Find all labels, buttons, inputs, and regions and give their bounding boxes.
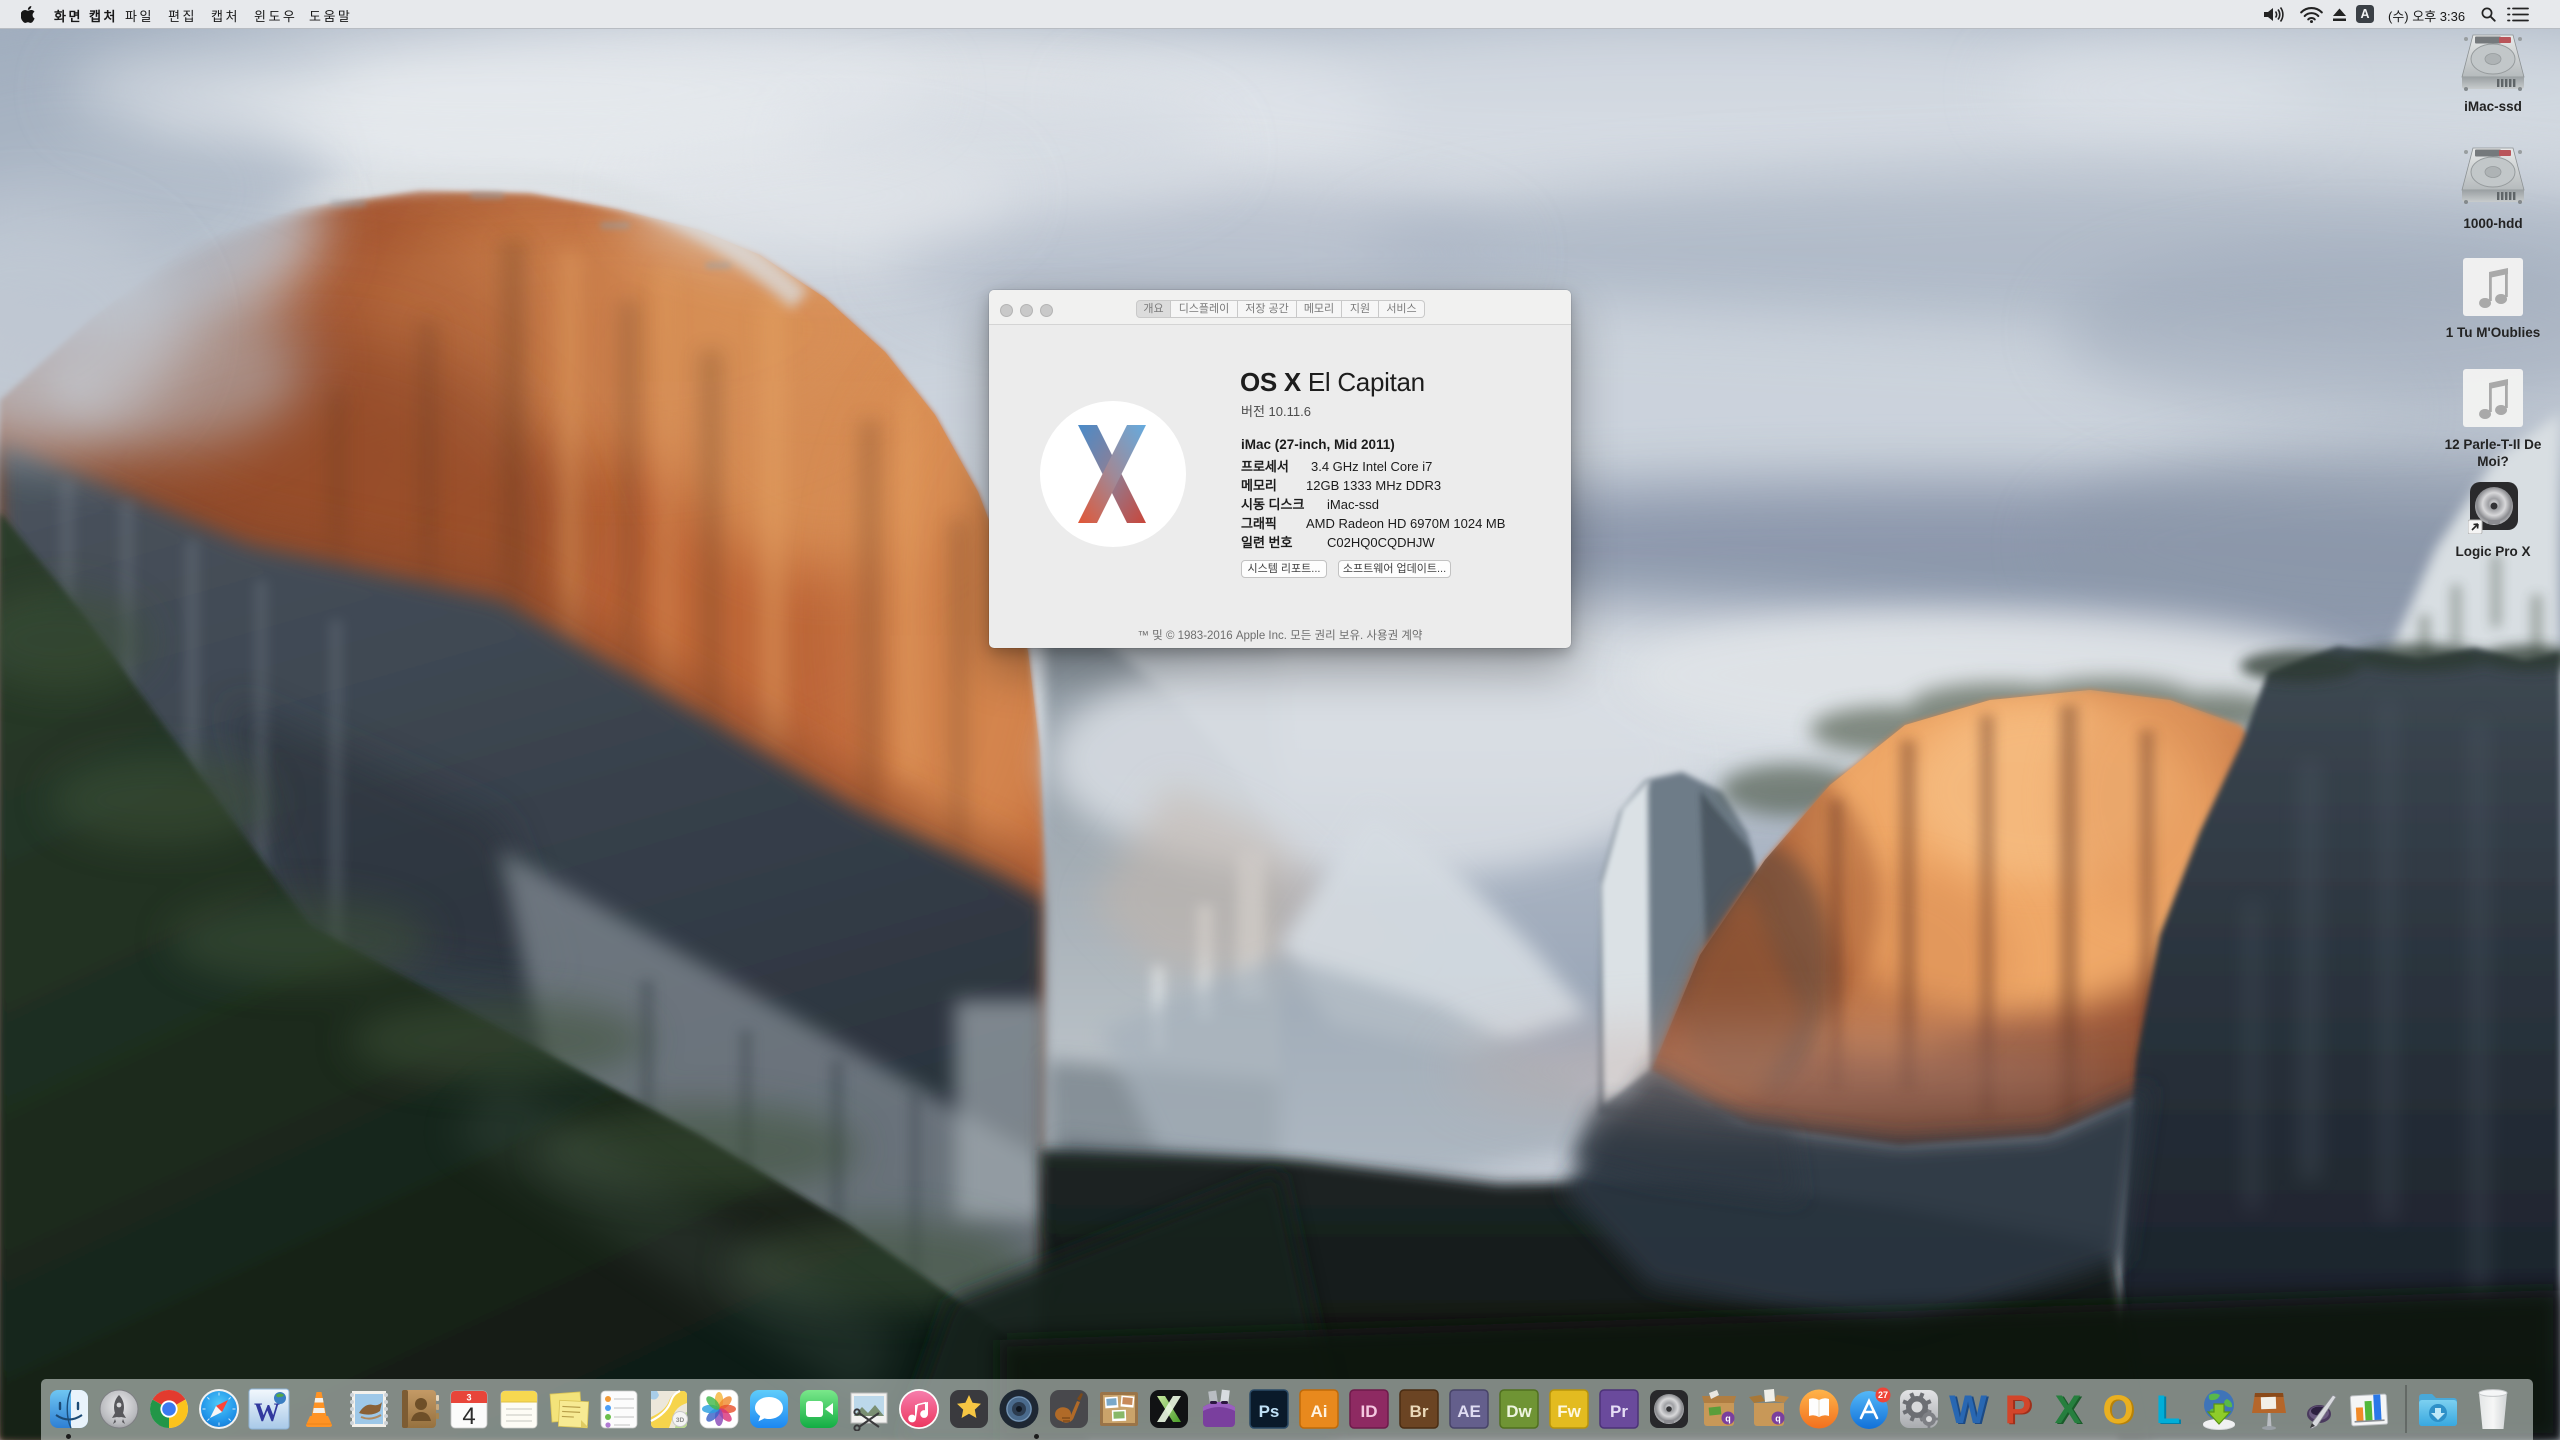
- svg-text:Ai: Ai: [1311, 1402, 1328, 1421]
- svg-text:3: 3: [466, 1393, 471, 1403]
- svg-text:Pr: Pr: [1610, 1402, 1628, 1421]
- svg-text:P: P: [2005, 1388, 2032, 1431]
- svg-text:Br: Br: [1410, 1402, 1429, 1421]
- svg-text:27: 27: [1878, 1390, 1888, 1400]
- svg-text:3D: 3D: [676, 1417, 685, 1424]
- svg-text:AE: AE: [1457, 1402, 1481, 1421]
- svg-text:q: q: [1725, 1414, 1731, 1424]
- svg-text:Fw: Fw: [1557, 1402, 1581, 1421]
- svg-text:4: 4: [462, 1403, 475, 1430]
- svg-text:q: q: [1775, 1414, 1781, 1424]
- svg-text:X: X: [2055, 1388, 2082, 1431]
- svg-text:Ps: Ps: [1259, 1402, 1280, 1421]
- svg-text:Dw: Dw: [1506, 1402, 1532, 1421]
- svg-text:ID: ID: [1361, 1402, 1378, 1421]
- svg-text:L: L: [2156, 1388, 2180, 1431]
- svg-text:O: O: [2102, 1388, 2133, 1431]
- svg-text:W: W: [1949, 1388, 1987, 1431]
